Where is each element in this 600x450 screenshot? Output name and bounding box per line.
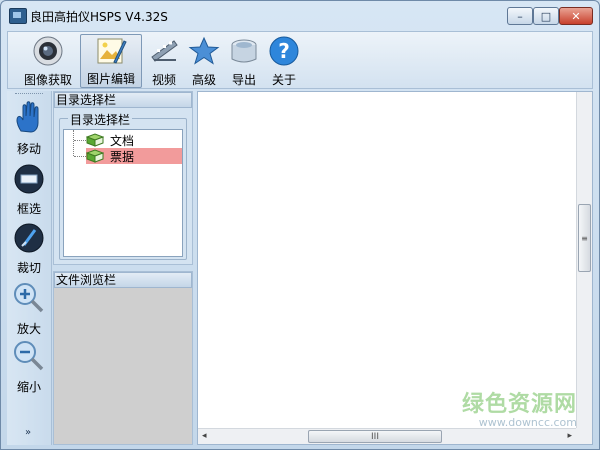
- toolbar-advanced-button[interactable]: 高级: [186, 34, 222, 88]
- toolbar-label: 视频: [151, 73, 176, 87]
- zoom-out-icon: [12, 339, 46, 376]
- book-icon: [85, 133, 105, 147]
- toolbar-about-button[interactable]: ? 关于: [266, 34, 302, 88]
- file-browser-title: 文件浏览栏: [54, 272, 192, 288]
- toolbar-label: 图片编辑: [86, 72, 135, 86]
- help-icon: ?: [267, 34, 301, 68]
- app-icon: [9, 8, 27, 24]
- book-icon: [85, 149, 105, 163]
- toolbar-image-acquire-button[interactable]: 图像获取: [20, 34, 76, 88]
- directory-panel-title: 目录选择栏: [54, 92, 192, 108]
- crop-icon: [13, 222, 45, 257]
- film-icon: [147, 34, 181, 68]
- maximize-button[interactable]: □: [533, 7, 559, 25]
- picture-edit-icon: [94, 35, 128, 67]
- tree-node-documents[interactable]: 文档: [85, 132, 135, 148]
- tool-label: 框选: [16, 202, 41, 216]
- zoom-in-icon: [12, 281, 46, 318]
- directory-group: 目录选择栏 文档 票据: [59, 111, 187, 260]
- watermark: 绿色资源网 www.downcc.com: [462, 386, 577, 429]
- toolbar-video-button[interactable]: 视频: [146, 34, 182, 88]
- tree-node-label: 文档: [110, 133, 135, 148]
- tree-node-receipts[interactable]: 票据: [85, 148, 182, 164]
- toolbar-grip[interactable]: [15, 93, 43, 96]
- toolbar-label: 图像获取: [23, 73, 72, 87]
- window-title: 良田高拍仪HSPS V4.32S: [30, 10, 168, 24]
- minimize-button[interactable]: –: [507, 7, 533, 25]
- horizontal-scrollbar[interactable]: ◂ III ▸: [198, 428, 576, 444]
- camera-icon: [31, 34, 65, 68]
- tool-zoom-out-button[interactable]: 缩小: [7, 339, 51, 395]
- watermark-text: 绿色资源网: [461, 392, 577, 417]
- vertical-scroll-thumb[interactable]: ≡: [578, 204, 591, 272]
- horizontal-scroll-thumb[interactable]: III: [308, 430, 442, 443]
- watermark-url: www.downcc.com: [478, 416, 577, 429]
- tree-line: [73, 130, 74, 156]
- vertical-scrollbar[interactable]: ≡: [576, 92, 592, 428]
- directory-panel: 目录选择栏 目录选择栏 文档 票据: [53, 91, 193, 265]
- svg-text:?: ?: [278, 39, 290, 63]
- toolbar-label: 关于: [271, 73, 296, 87]
- more-tools-chevron[interactable]: »: [25, 427, 31, 438]
- scroll-corner: [576, 428, 592, 444]
- hand-icon: [13, 101, 45, 138]
- directory-tree[interactable]: 文档 票据: [63, 129, 183, 257]
- tool-zoom-in-button[interactable]: 放大: [7, 281, 51, 337]
- toolbar-export-button[interactable]: 导出: [226, 34, 262, 88]
- export-box-icon: [227, 34, 261, 68]
- tool-move-button[interactable]: 移动: [7, 101, 51, 157]
- directory-group-label: 目录选择栏: [68, 111, 133, 128]
- tree-node-label: 票据: [110, 149, 135, 164]
- star-icon: [187, 34, 221, 68]
- left-tool-bar: 移动 框选 裁切 放大 缩小 »: [7, 91, 52, 445]
- tool-box-select-button[interactable]: 框选: [7, 163, 51, 217]
- tree-line: [74, 156, 86, 157]
- close-button[interactable]: ✕: [559, 7, 593, 25]
- main-toolbar: 图像获取 图片编辑 视频 高级 导出 ? 关于: [7, 31, 593, 89]
- scroll-left-arrow[interactable]: ◂: [202, 431, 207, 441]
- app-window: 良田高拍仪HSPS V4.32S – □ ✕ 图像获取 图片编辑 视频 高级 导…: [0, 0, 600, 450]
- title-bar: 良田高拍仪HSPS V4.32S – □ ✕: [1, 1, 599, 31]
- toolbar-label: 高级: [191, 73, 216, 87]
- scroll-right-arrow[interactable]: ▸: [567, 431, 572, 441]
- tool-crop-button[interactable]: 裁切: [7, 222, 51, 276]
- tree-line: [74, 140, 86, 141]
- toolbar-label: 导出: [231, 73, 256, 87]
- tool-label: 放大: [16, 322, 41, 336]
- tool-label: 缩小: [16, 380, 41, 394]
- tool-label: 移动: [16, 142, 41, 156]
- tool-label: 裁切: [16, 261, 41, 275]
- toolbar-image-edit-button[interactable]: 图片编辑: [80, 34, 142, 88]
- box-select-icon: [13, 163, 45, 198]
- file-browser-panel: 文件浏览栏: [53, 271, 193, 445]
